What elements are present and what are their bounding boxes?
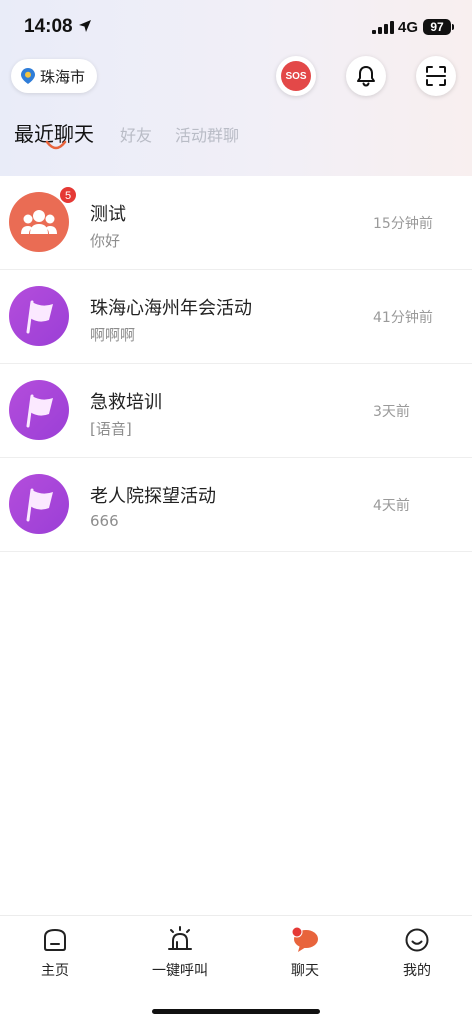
notification-button[interactable] bbox=[346, 56, 386, 96]
chat-item-first-aid[interactable]: 急救培训 [语音] 3天前 bbox=[0, 364, 472, 458]
unread-badge: 5 bbox=[59, 186, 77, 204]
tab-activity-groups[interactable]: 活动群聊 bbox=[175, 122, 239, 146]
profile-icon bbox=[405, 928, 429, 952]
chat-preview: 你好 bbox=[90, 232, 121, 250]
chat-time: 41分钟前 bbox=[373, 310, 433, 326]
nav-profile[interactable]: 我的 bbox=[367, 924, 467, 980]
sos-icon: SOS bbox=[281, 61, 311, 91]
flag-icon bbox=[26, 394, 53, 428]
chat-name: 急救培训 bbox=[90, 392, 162, 413]
chat-name: 老人院探望活动 bbox=[90, 486, 216, 507]
chat-time: 4天前 bbox=[373, 498, 410, 514]
scan-icon bbox=[426, 66, 446, 86]
city-selector[interactable]: 珠海市 bbox=[11, 59, 97, 93]
chat-preview: 666 bbox=[90, 512, 119, 530]
nav-label: 聊天 bbox=[291, 963, 319, 979]
nav-chat[interactable]: 聊天 bbox=[255, 924, 355, 980]
signal-icon bbox=[372, 21, 394, 34]
chat-preview: 啊啊啊 bbox=[90, 326, 136, 344]
home-indicator[interactable] bbox=[152, 1009, 320, 1014]
nav-label: 主页 bbox=[41, 963, 69, 979]
scan-button[interactable] bbox=[416, 56, 456, 96]
chat-item-nursing-home[interactable]: 老人院探望活动 666 4天前 bbox=[0, 458, 472, 552]
flag-icon bbox=[26, 300, 53, 334]
chat-avatar bbox=[9, 474, 69, 534]
bell-icon bbox=[357, 66, 375, 87]
chat-item-annual-meeting[interactable]: 珠海心海州年会活动 啊啊啊 41分钟前 bbox=[0, 270, 472, 364]
location-pin-icon bbox=[21, 68, 35, 84]
network-label: 4G bbox=[398, 19, 419, 36]
chat-icon bbox=[291, 926, 318, 952]
chat-preview: [语音] bbox=[90, 420, 132, 438]
chat-avatar bbox=[9, 380, 69, 440]
chat-avatar bbox=[9, 192, 69, 252]
flag-icon bbox=[26, 488, 53, 522]
alarm-icon bbox=[168, 926, 192, 950]
active-tab-indicator bbox=[45, 140, 67, 150]
home-icon bbox=[44, 928, 66, 951]
battery-icon: 97 bbox=[423, 19, 451, 35]
tab-friends[interactable]: 好友 bbox=[120, 122, 152, 146]
location-arrow-icon bbox=[79, 20, 91, 32]
battery-nub bbox=[452, 24, 454, 30]
city-name: 珠海市 bbox=[40, 67, 86, 86]
chat-item-test[interactable]: 5 测试 你好 15分钟前 bbox=[0, 176, 472, 270]
nav-label: 我的 bbox=[403, 963, 431, 979]
status-time: 14:08 bbox=[24, 16, 73, 37]
group-icon bbox=[21, 210, 57, 234]
nav-label: 一键呼叫 bbox=[152, 963, 208, 979]
status-bar: 14:08 4G 97 bbox=[0, 0, 472, 56]
chat-time: 3天前 bbox=[373, 404, 410, 420]
nav-one-key-call[interactable]: 一键呼叫 bbox=[130, 924, 230, 980]
chat-avatar bbox=[9, 286, 69, 346]
chat-name: 珠海心海州年会活动 bbox=[90, 298, 252, 319]
nav-home[interactable]: 主页 bbox=[5, 924, 105, 980]
chat-name: 测试 bbox=[90, 204, 126, 225]
chat-time: 15分钟前 bbox=[373, 216, 433, 232]
bottom-nav: 主页 一键呼叫 聊天 我的 bbox=[0, 915, 472, 1024]
sos-button[interactable]: SOS bbox=[276, 56, 316, 96]
chat-list: 5 测试 你好 15分钟前 珠海心海州年会活动 啊啊啊 41分钟前 急救培训 [… bbox=[0, 176, 472, 552]
